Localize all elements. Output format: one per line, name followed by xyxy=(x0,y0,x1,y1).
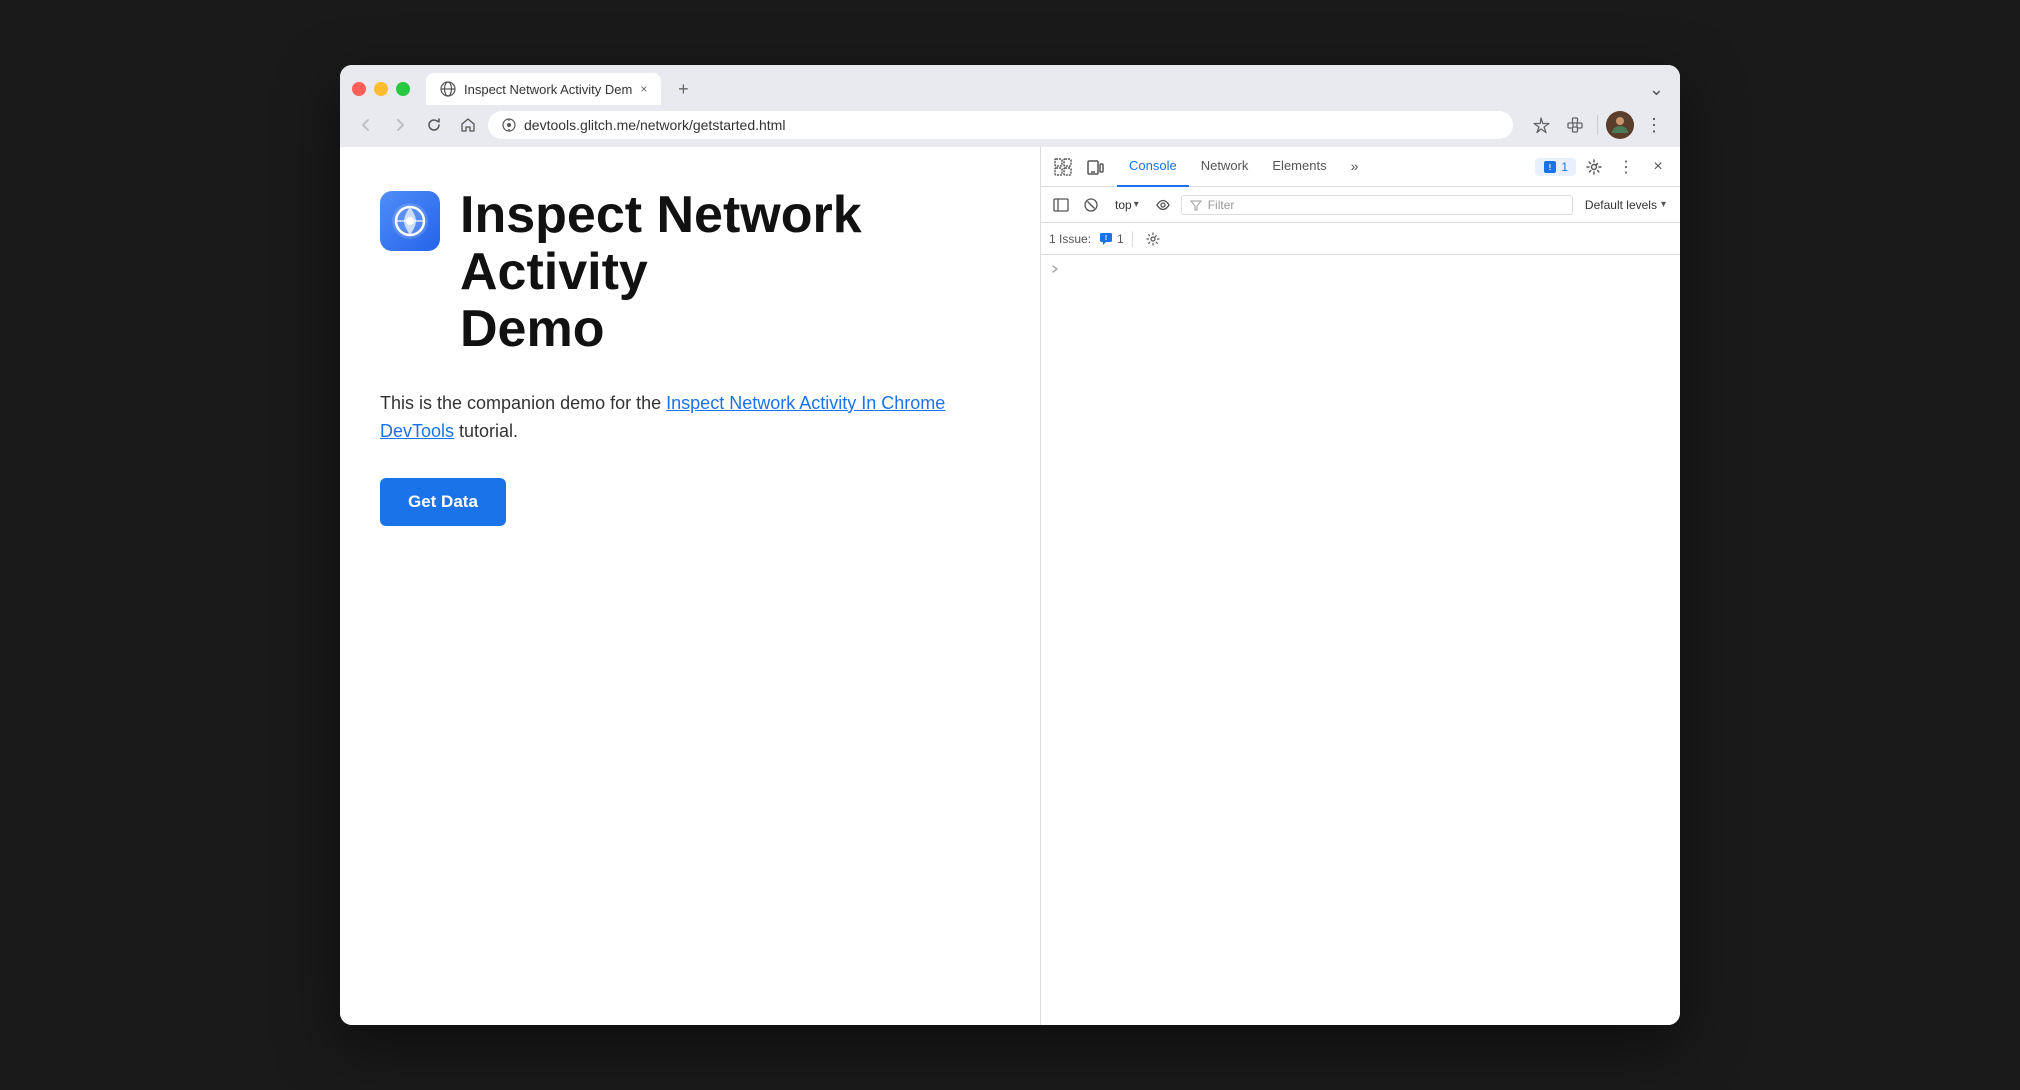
extension-button[interactable] xyxy=(1561,111,1589,139)
tab-favicon xyxy=(440,81,456,97)
reload-button[interactable] xyxy=(420,111,448,139)
devtools-device-icon[interactable] xyxy=(1081,153,1109,181)
issues-count-badge[interactable]: ! 1 xyxy=(1099,232,1124,246)
avatar[interactable] xyxy=(1606,111,1634,139)
new-tab-button[interactable]: + xyxy=(669,75,697,103)
devtools-settings-button[interactable] xyxy=(1580,153,1608,181)
devtools-tabs: Console Network Elements » xyxy=(1117,147,1370,187)
tab-bar: Inspect Network Activity Dem × + ⌄ xyxy=(340,65,1680,105)
svg-text:!: ! xyxy=(1549,163,1552,172)
tabs-dropdown-button[interactable]: ⌄ xyxy=(1649,79,1664,100)
page-description: This is the companion demo for the Inspe… xyxy=(380,389,1000,447)
address-input[interactable]: devtools.glitch.me/network/getstarted.ht… xyxy=(488,111,1513,139)
devtools-toolbar-1: Console Network Elements » ! 1 xyxy=(1041,147,1680,187)
title-bar: Inspect Network Activity Dem × + ⌄ xyxy=(340,65,1680,147)
devtools-panel: Console Network Elements » ! 1 xyxy=(1040,147,1680,1025)
glitch-logo xyxy=(390,201,430,241)
issues-label: 1 Issue: xyxy=(1049,232,1091,246)
get-data-button[interactable]: Get Data xyxy=(380,478,506,526)
console-filter[interactable]: Filter xyxy=(1181,195,1573,215)
extension-icon xyxy=(1566,116,1584,134)
tab-close-button[interactable]: × xyxy=(640,82,647,96)
url-text: devtools.glitch.me/network/getstarted.ht… xyxy=(524,117,1499,133)
svg-text:!: ! xyxy=(1105,235,1107,242)
tab-network[interactable]: Network xyxy=(1189,147,1261,187)
site-icon xyxy=(380,191,440,251)
home-button[interactable] xyxy=(454,111,482,139)
traffic-lights xyxy=(352,82,410,96)
bookmark-button[interactable] xyxy=(1527,111,1555,139)
levels-selector[interactable]: Default levels ▾ xyxy=(1579,196,1672,214)
main-area: Inspect Network Activity Demo This is th… xyxy=(340,147,1680,1025)
devtools-console-body xyxy=(1041,255,1680,1025)
address-bar-actions: ⋮ xyxy=(1527,111,1668,139)
context-selector[interactable]: top ▾ xyxy=(1109,196,1145,214)
forward-button[interactable] xyxy=(386,111,414,139)
back-button[interactable] xyxy=(352,111,380,139)
devtools-more-button[interactable]: ⋮ xyxy=(1612,153,1640,181)
browser-window: Inspect Network Activity Dem × + ⌄ xyxy=(340,65,1680,1025)
context-label: top xyxy=(1115,198,1132,212)
menu-button[interactable]: ⋮ xyxy=(1640,111,1668,139)
security-icon xyxy=(502,118,516,132)
levels-dropdown-icon: ▾ xyxy=(1661,199,1666,210)
separator xyxy=(1597,115,1598,135)
tab-elements[interactable]: Elements xyxy=(1260,147,1338,187)
devtools-issues-bar: 1 Issue: ! 1 xyxy=(1041,223,1680,255)
address-bar: devtools.glitch.me/network/getstarted.ht… xyxy=(340,105,1680,147)
eye-button[interactable] xyxy=(1151,193,1175,217)
devtools-toolbar-2: top ▾ Filter Default levels xyxy=(1041,187,1680,223)
tab-console[interactable]: Console xyxy=(1117,147,1189,187)
issue-message-icon: ! xyxy=(1099,232,1113,246)
active-tab[interactable]: Inspect Network Activity Dem × xyxy=(426,73,661,105)
devtools-select-icon[interactable] xyxy=(1049,153,1077,181)
avatar-icon xyxy=(1608,113,1632,137)
clear-console-button[interactable] xyxy=(1079,193,1103,217)
issues-settings-button[interactable] xyxy=(1141,227,1165,251)
tab-more[interactable]: » xyxy=(1339,147,1371,187)
sidebar-toggle-button[interactable] xyxy=(1049,193,1073,217)
issues-count: 1 xyxy=(1561,160,1568,174)
context-dropdown-icon: ▾ xyxy=(1134,199,1139,210)
maximize-button[interactable] xyxy=(396,82,410,96)
tab-title: Inspect Network Activity Dem xyxy=(464,82,632,97)
console-chevron[interactable] xyxy=(1049,263,1672,275)
minimize-button[interactable] xyxy=(374,82,388,96)
filter-placeholder: Filter xyxy=(1208,198,1235,212)
issues-badge[interactable]: ! 1 xyxy=(1535,158,1576,176)
page-header: Inspect Network Activity Demo xyxy=(380,187,1000,359)
devtools-close-button[interactable]: × xyxy=(1644,153,1672,181)
close-button[interactable] xyxy=(352,82,366,96)
issues-separator xyxy=(1132,231,1133,247)
page-title: Inspect Network Activity Demo xyxy=(460,187,1000,359)
issues-icon: ! xyxy=(1543,160,1557,174)
filter-icon xyxy=(1190,199,1202,211)
page-content: Inspect Network Activity Demo This is th… xyxy=(340,147,1040,1025)
levels-label: Default levels xyxy=(1585,198,1657,212)
issue-count-text: 1 xyxy=(1117,232,1124,246)
